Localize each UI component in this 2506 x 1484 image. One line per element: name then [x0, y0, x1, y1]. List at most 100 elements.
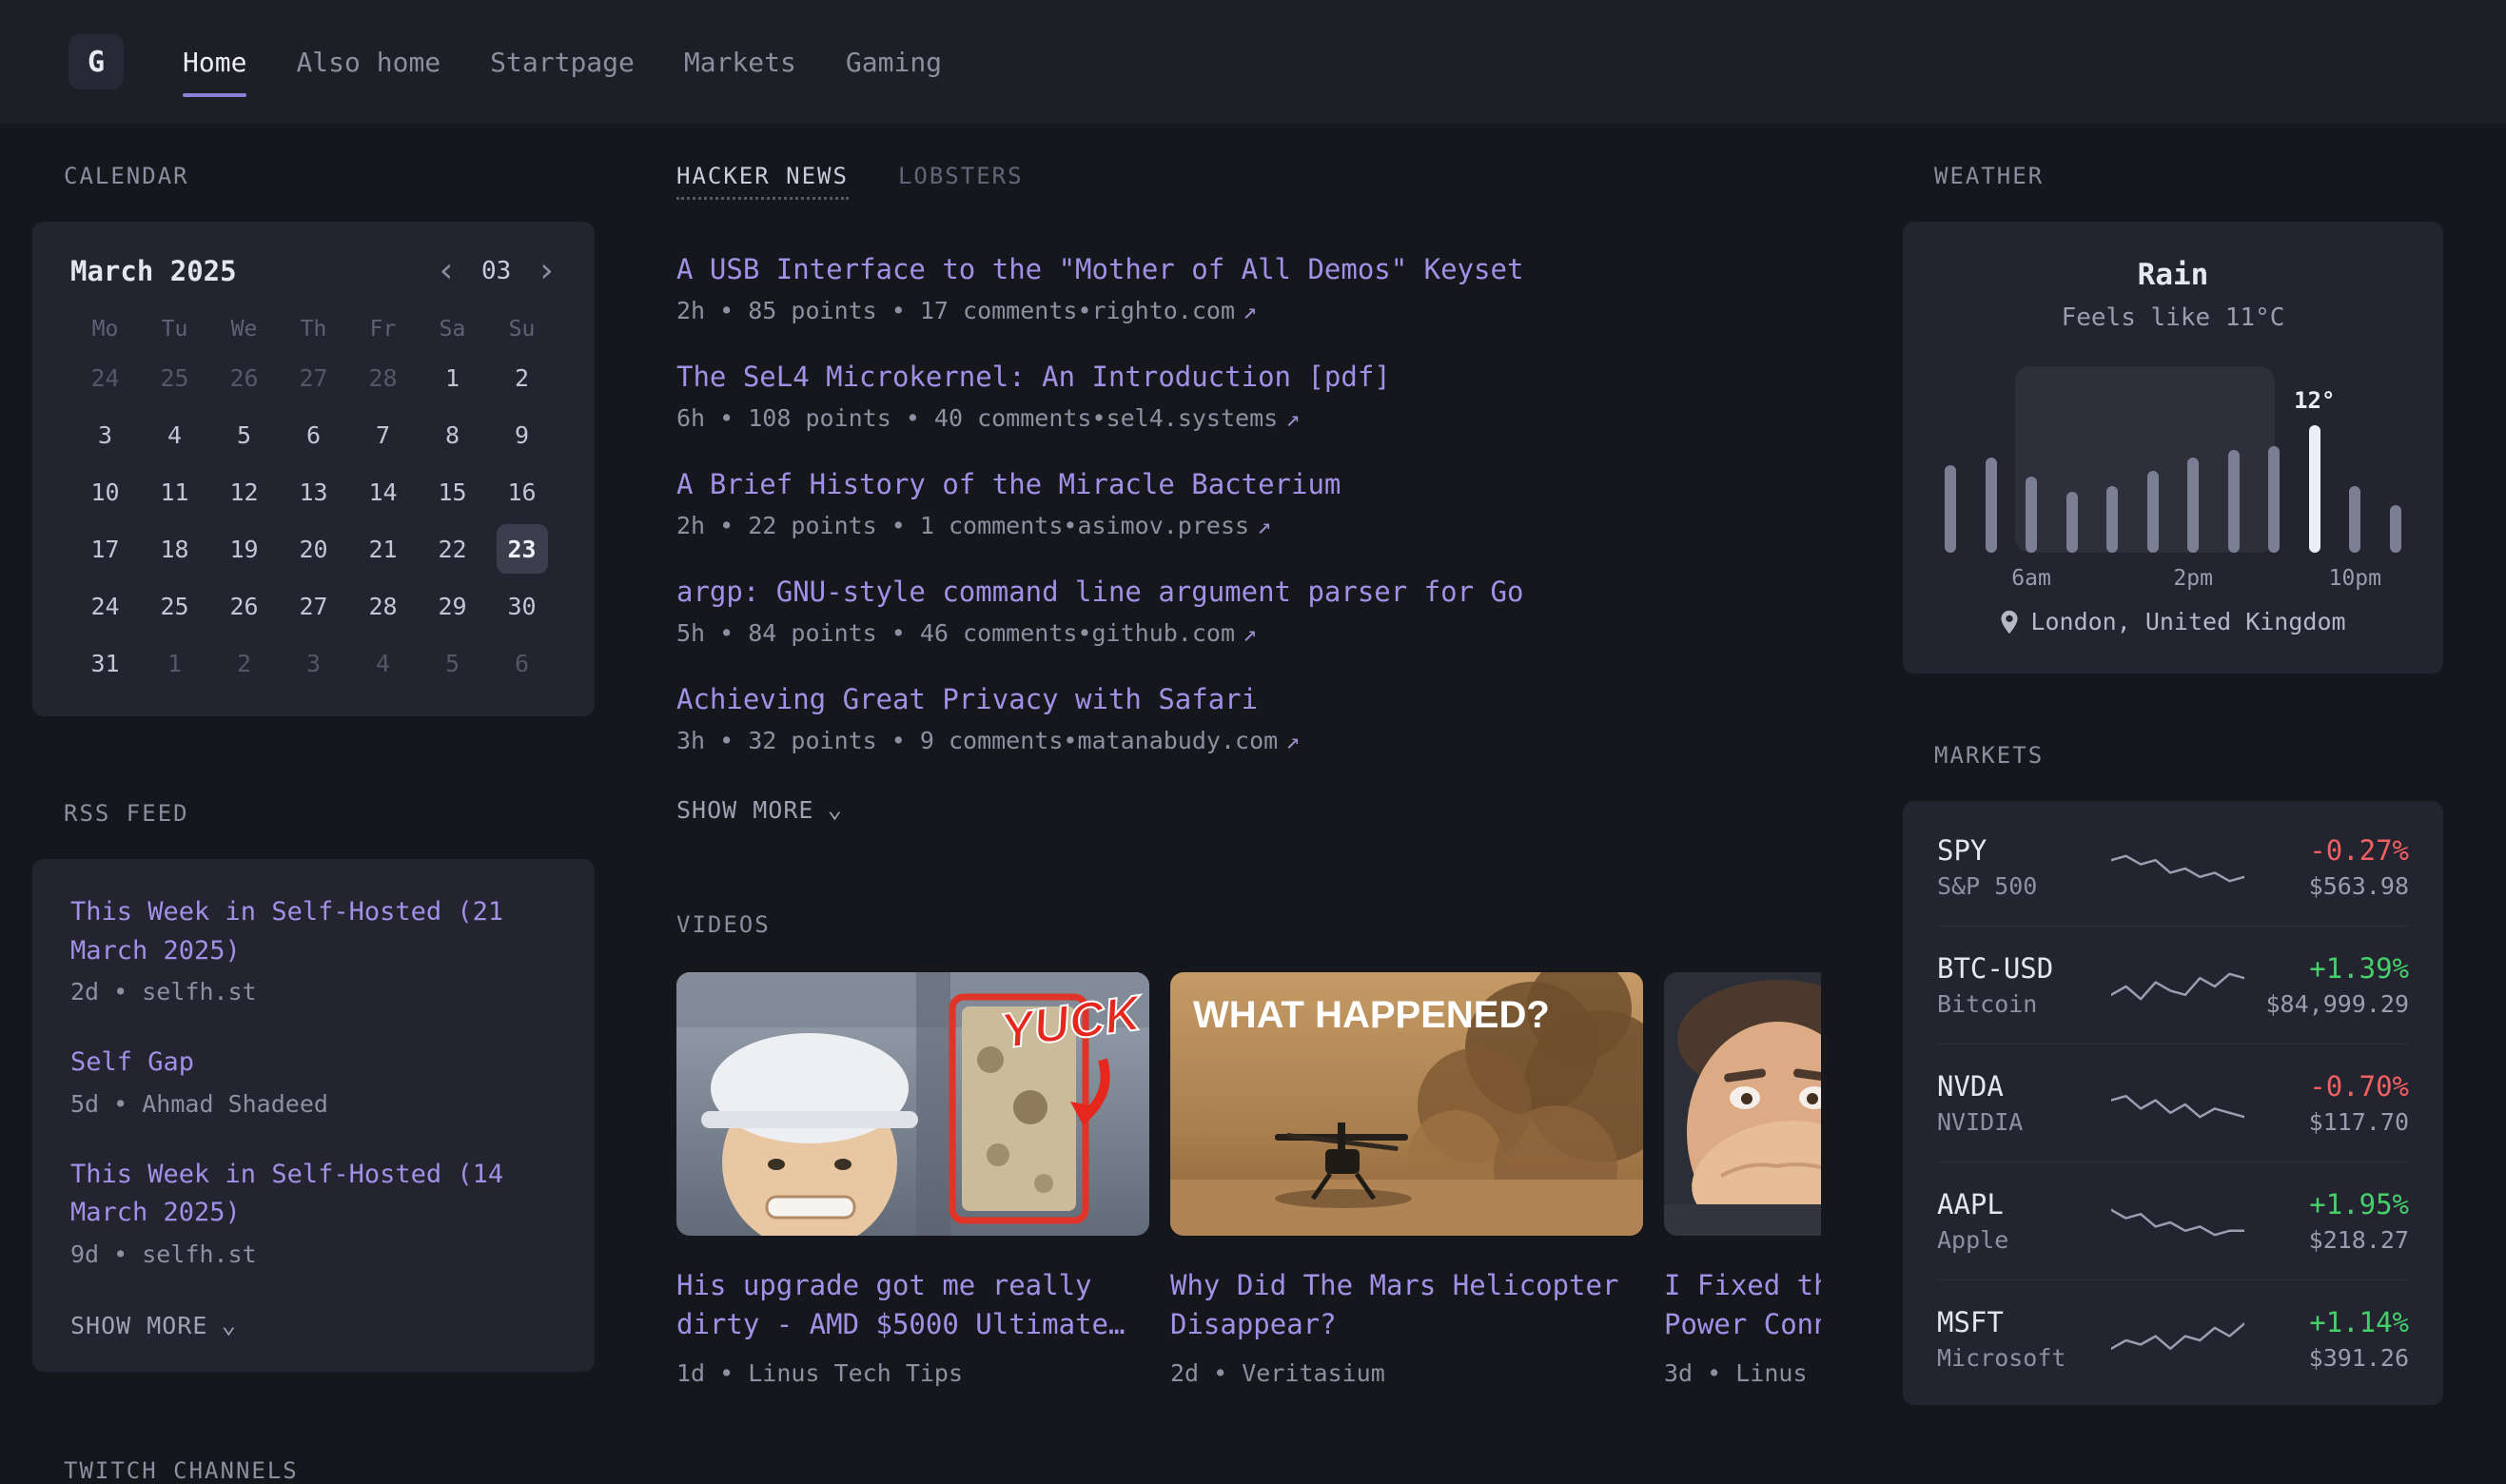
story-source-link[interactable]: asimov.press: [1077, 512, 1249, 539]
dashboard: CALENDAR March 2025 ‹ 03 › MoTuWeThFrSaS…: [0, 125, 2506, 1484]
news-tabs: HACKER NEWS LOBSTERS: [676, 163, 1821, 200]
calendar-day: 27: [279, 577, 348, 635]
rss-show-more-button[interactable]: SHOW MORE ⌄: [70, 1312, 557, 1339]
calendar-day: 22: [418, 520, 487, 577]
app-logo[interactable]: G: [69, 34, 124, 89]
weekday-label: Mo: [70, 317, 140, 342]
market-row[interactable]: NVDANVIDIA-0.70%$117.70: [1937, 1044, 2409, 1162]
left-column: CALENDAR March 2025 ‹ 03 › MoTuWeThFrSaS…: [32, 163, 595, 1484]
top-nav: G Home Also home Startpage Markets Gaming: [0, 0, 2506, 125]
chevron-right-icon[interactable]: ›: [536, 254, 557, 288]
news-story: argp: GNU-style command line argument pa…: [676, 576, 1821, 647]
story-source-link[interactable]: matanabudy.com: [1077, 727, 1278, 754]
calendar-day: 16: [487, 463, 557, 520]
chevron-down-icon: ⌄: [827, 801, 843, 818]
video-thumbnail[interactable]: YUCK: [676, 972, 1149, 1236]
twitch-section-title: TWITCH CHANNELS: [64, 1457, 595, 1484]
video-thumbnail[interactable]: DO TH: [1664, 972, 1821, 1236]
calendar-day: 15: [418, 463, 487, 520]
video-card: DO TH I Fixed the: [1664, 972, 1821, 1387]
nav-tab-gaming[interactable]: Gaming: [846, 39, 942, 86]
weather-bar: [1945, 465, 1956, 553]
market-price: $117.70: [2247, 1108, 2409, 1136]
nav-tabs: Home Also home Startpage Markets Gaming: [183, 39, 942, 86]
weekday-label: Su: [487, 317, 557, 342]
rss-item-title[interactable]: This Week in Self-Hosted (21 March 2025): [70, 893, 557, 970]
sparkline-chart: [2111, 1314, 2244, 1365]
story-title[interactable]: argp: GNU-style command line argument pa…: [676, 576, 1821, 608]
nav-tab-also-home[interactable]: Also home: [296, 39, 441, 86]
story-title[interactable]: Achieving Great Privacy with Safari: [676, 683, 1821, 715]
story-source-link[interactable]: github.com: [1092, 619, 1236, 647]
calendar-controls: ‹ 03 ›: [436, 254, 557, 288]
tab-lobsters[interactable]: LOBSTERS: [898, 163, 1024, 197]
bullet-separator: •: [1077, 297, 1091, 324]
external-link-icon: ↗: [1285, 727, 1300, 754]
video-title[interactable]: Why Did The Mars Helicopter Disappear?: [1170, 1266, 1643, 1344]
market-name: Microsoft: [1937, 1344, 2108, 1372]
weather-bar-slot: [2268, 372, 2280, 553]
market-price: $84,999.29: [2247, 990, 2409, 1018]
weather-bar: [1986, 458, 1997, 553]
chevron-left-icon[interactable]: ‹: [436, 254, 457, 288]
calendar-day: 9: [487, 406, 557, 463]
rss-item-meta: 9d • selfh.st: [70, 1240, 557, 1268]
video-meta: 2d • Veritasium: [1170, 1359, 1643, 1387]
calendar-grid: 2425262728123456789101112131415161718192…: [70, 349, 557, 692]
market-row[interactable]: MSFTMicrosoft+1.14%$391.26: [1937, 1279, 2409, 1397]
video-title[interactable]: I Fixed the 5 Power Connect: [1664, 1266, 1821, 1344]
markets-card: SPYS&P 500-0.27%$563.98BTC-USDBitcoin+1.…: [1903, 801, 2443, 1405]
rss-widget: RSS FEED This Week in Self-Hosted (21 Ma…: [32, 800, 595, 1372]
story-title[interactable]: The SeL4 Microkernel: An Introduction [p…: [676, 361, 1821, 393]
calendar-day: 29: [418, 577, 487, 635]
video-title[interactable]: His upgrade got me really dirty - AMD $5…: [676, 1266, 1149, 1344]
rss-item-title[interactable]: This Week in Self-Hosted (14 March 2025): [70, 1156, 557, 1233]
market-row[interactable]: BTC-USDBitcoin+1.39%$84,999.29: [1937, 926, 2409, 1044]
nav-tab-markets[interactable]: Markets: [684, 39, 796, 86]
story-title[interactable]: A USB Interface to the "Mother of All De…: [676, 253, 1821, 285]
market-change: +1.95%: [2247, 1188, 2409, 1220]
nav-tab-startpage[interactable]: Startpage: [490, 39, 635, 86]
weather-card: Rain Feels like 11°C 6am2pm12°10pm Londo…: [1903, 222, 2443, 674]
weather-bar-slot: [2106, 372, 2118, 553]
calendar-day: 28: [348, 349, 418, 406]
calendar-day: 28: [348, 577, 418, 635]
weather-feels-like: Feels like 11°C: [1941, 303, 2405, 332]
story-meta: 5h • 84 points • 46 comments • github.co…: [676, 619, 1821, 647]
story-source-link[interactable]: righto.com: [1092, 297, 1236, 324]
chevron-down-icon: ⌄: [221, 1317, 237, 1334]
rss-item-title[interactable]: Self Gap: [70, 1044, 557, 1083]
calendar-day: 21: [348, 520, 418, 577]
calendar-day: 24: [70, 349, 140, 406]
market-values: -0.27%$563.98: [2247, 834, 2409, 900]
nav-tab-home[interactable]: Home: [183, 39, 246, 86]
weather-location-label: London, United Kingdom: [2030, 608, 2345, 635]
weekday-label: Fr: [348, 317, 418, 342]
news-show-more-button[interactable]: SHOW MORE ⌄: [676, 796, 1821, 824]
calendar-day: 27: [279, 349, 348, 406]
market-row[interactable]: AAPLApple+1.95%$218.27: [1937, 1162, 2409, 1279]
calendar-day: 24: [70, 577, 140, 635]
thumbnail-art-ltt-shock: DO TH: [1664, 972, 1821, 1236]
calendar-day: 6: [487, 635, 557, 692]
sparkline-chart: [2111, 842, 2244, 893]
videos-row: YUCK His upgrade got me really dirty - A…: [676, 972, 1821, 1387]
story-title[interactable]: A Brief History of the Miracle Bacterium: [676, 468, 1821, 500]
calendar-day: 25: [140, 577, 209, 635]
tab-hacker-news[interactable]: HACKER NEWS: [676, 163, 849, 200]
rss-item-meta: 5d • Ahmad Shadeed: [70, 1090, 557, 1118]
story-meta-text: 6h • 108 points • 40 comments: [676, 404, 1092, 432]
weather-bar-slot: [2066, 372, 2078, 553]
video-thumbnail[interactable]: WHAT HAPPENED?: [1170, 972, 1643, 1236]
story-source-link[interactable]: sel4.systems: [1106, 404, 1279, 432]
story-meta-text: 2h • 22 points • 1 comments: [676, 512, 1063, 539]
calendar-day-selected: 23: [487, 520, 557, 577]
market-row[interactable]: SPYS&P 500-0.27%$563.98: [1937, 809, 2409, 926]
weekday-label: We: [209, 317, 279, 342]
calendar-header: March 2025 ‹ 03 ›: [70, 254, 557, 288]
market-chart: [2108, 842, 2247, 893]
thumbnail-art-mars-helicopter: WHAT HAPPENED?: [1170, 972, 1643, 1236]
calendar-widget: CALENDAR March 2025 ‹ 03 › MoTuWeThFrSaS…: [32, 163, 595, 716]
hour-label: 6am: [2011, 566, 2051, 591]
calendar-day: 3: [279, 635, 348, 692]
